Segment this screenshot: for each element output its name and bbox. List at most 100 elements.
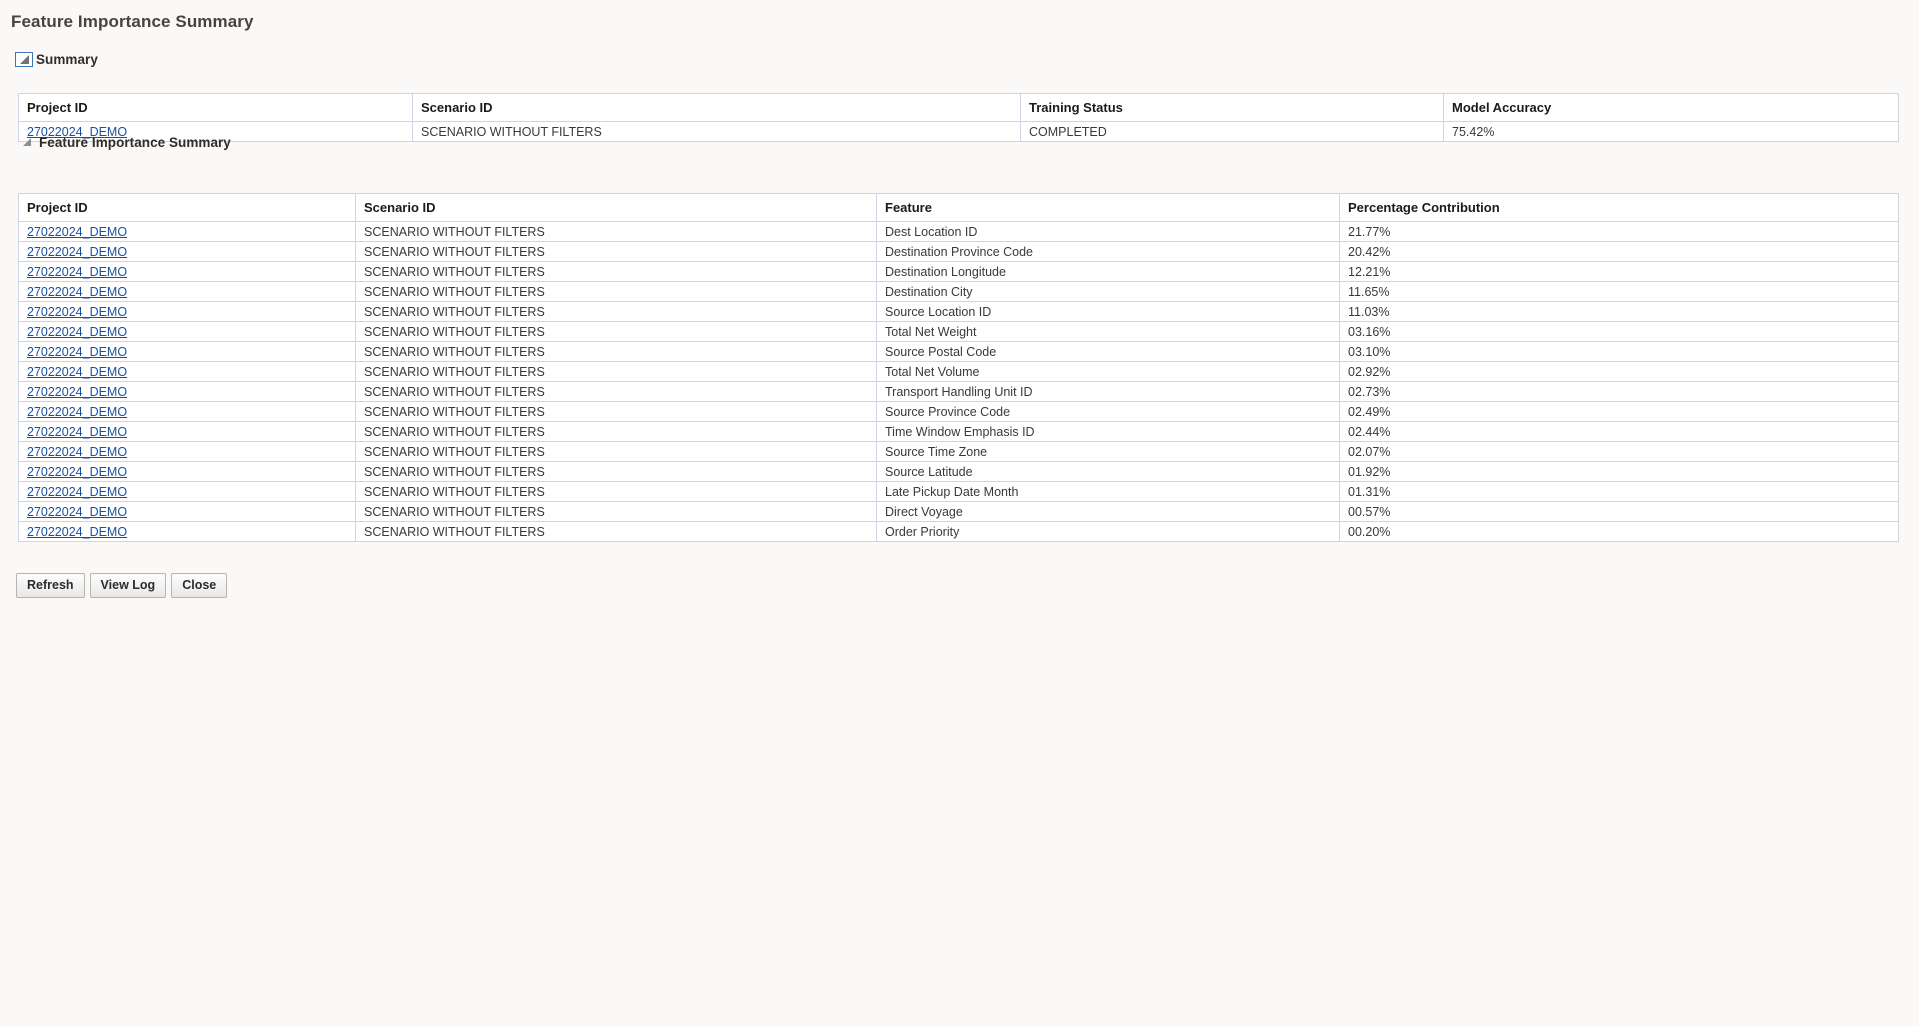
cell-project-id: 27022024_DEMO (18, 341, 356, 362)
cell-percentage-contribution: 02.49% (1339, 401, 1899, 422)
view-log-button[interactable]: View Log (89, 573, 167, 598)
cell-scenario-id: SCENARIO WITHOUT FILTERS (355, 521, 877, 542)
cell-feature: Transport Handling Unit ID (876, 381, 1340, 402)
cell-project-id: 27022024_DEMO (18, 381, 356, 402)
project-id-link[interactable]: 27022024_DEMO (27, 485, 127, 499)
feature-header-row: Project ID Scenario ID Feature Percentag… (18, 193, 1899, 222)
cell-percentage-contribution: 01.92% (1339, 461, 1899, 482)
cell-feature: Dest Location ID (876, 221, 1340, 242)
cell-feature: Source Postal Code (876, 341, 1340, 362)
close-button[interactable]: Close (171, 573, 228, 598)
table-row[interactable]: 27022024_DEMO SCENARIO WITHOUT FILTERS Tra… (18, 381, 1899, 402)
feature-table-head: Project ID Scenario ID Feature Percentag… (18, 193, 1899, 222)
table-row[interactable]: 27022024_DEMO SCENARIO WITHOUT FILTERS Tot… (18, 321, 1899, 342)
cell-project-id: 27022024_DEMO (18, 461, 356, 482)
cell-project-id: 27022024_DEMO (18, 361, 356, 382)
cell-percentage-contribution: 02.44% (1339, 421, 1899, 442)
table-row[interactable]: 27022024_DEMO SCENARIO WITHOUT FILTERS Des… (18, 281, 1899, 302)
project-id-link[interactable]: 27022024_DEMO (27, 445, 127, 459)
cell-percentage-contribution: 03.16% (1339, 321, 1899, 342)
cell-project-id: 27022024_DEMO (18, 221, 356, 242)
cell-feature: Time Window Emphasis ID (876, 421, 1340, 442)
project-id-link[interactable]: 27022024_DEMO (27, 405, 127, 419)
triangle-collapse-icon[interactable] (15, 51, 33, 67)
cell-project-id: 27022024_DEMO (18, 501, 356, 522)
cell-scenario-id: SCENARIO WITHOUT FILTERS (355, 441, 877, 462)
feature-table-body: 27022024_DEMO SCENARIO WITHOUT FILTERS Des… (18, 221, 1899, 542)
section-label-feature-importance: Feature Importance Summary (39, 134, 231, 150)
refresh-button[interactable]: Refresh (16, 573, 85, 598)
project-id-link[interactable]: 27022024_DEMO (27, 245, 127, 259)
col-header-project-id[interactable]: Project ID (18, 193, 356, 222)
cell-percentage-contribution: 11.65% (1339, 281, 1899, 302)
cell-scenario-id: SCENARIO WITHOUT FILTERS (355, 241, 877, 262)
cell-scenario-id: SCENARIO WITHOUT FILTERS (355, 361, 877, 382)
cell-scenario-id: SCENARIO WITHOUT FILTERS (355, 481, 877, 502)
cell-percentage-contribution: 12.21% (1339, 261, 1899, 282)
table-row[interactable]: 27022024_DEMO SCENARIO WITHOUT FILTERS Dir… (18, 501, 1899, 522)
table-row[interactable]: 27022024_DEMO SCENARIO WITHOUT FILTERS Sou… (18, 461, 1899, 482)
col-header-training-status[interactable]: Training Status (1020, 93, 1444, 122)
table-row[interactable]: 27022024_DEMO SCENARIO WITHOUT FILTERS Lat… (18, 481, 1899, 502)
project-id-link[interactable]: 27022024_DEMO (27, 525, 127, 539)
table-row[interactable]: 27022024_DEMO SCENARIO WITHOUT FILTERS Sou… (18, 341, 1899, 362)
cell-percentage-contribution: 03.10% (1339, 341, 1899, 362)
cell-percentage-contribution: 01.31% (1339, 481, 1899, 502)
table-row[interactable]: 27022024_DEMO SCENARIO WITHOUT FILTERS Des… (18, 261, 1899, 282)
cell-scenario-id: SCENARIO WITHOUT FILTERS (355, 301, 877, 322)
project-id-link[interactable]: 27022024_DEMO (27, 225, 127, 239)
table-row[interactable]: 27022024_DEMO SCENARIO WITHOUT FILTERS C… (18, 121, 1899, 142)
cell-percentage-contribution: 21.77% (1339, 221, 1899, 242)
cell-percentage-contribution: 00.57% (1339, 501, 1899, 522)
col-header-model-accuracy[interactable]: Model Accuracy (1443, 93, 1899, 122)
cell-percentage-contribution: 02.07% (1339, 441, 1899, 462)
table-row[interactable]: 27022024_DEMO SCENARIO WITHOUT FILTERS Tim… (18, 421, 1899, 442)
project-id-link[interactable]: 27022024_DEMO (27, 305, 127, 319)
project-id-link[interactable]: 27022024_DEMO (27, 425, 127, 439)
project-id-link[interactable]: 27022024_DEMO (27, 465, 127, 479)
project-id-link[interactable]: 27022024_DEMO (27, 265, 127, 279)
section-header-feature-importance[interactable]: Feature Importance Summary (18, 133, 231, 151)
table-row[interactable]: 27022024_DEMO SCENARIO WITHOUT FILTERS Tot… (18, 361, 1899, 382)
cell-scenario-id: SCENARIO WITHOUT FILTERS (355, 281, 877, 302)
table-row[interactable]: 27022024_DEMO SCENARIO WITHOUT FILTERS Des… (18, 241, 1899, 262)
col-header-scenario-id[interactable]: Scenario ID (412, 93, 1021, 122)
project-id-link[interactable]: 27022024_DEMO (27, 365, 127, 379)
triangle-collapse-icon[interactable] (18, 135, 36, 150)
feature-importance-table: Project ID Scenario ID Feature Percentag… (18, 193, 1899, 542)
project-id-link[interactable]: 27022024_DEMO (27, 505, 127, 519)
table-row[interactable]: 27022024_DEMO SCENARIO WITHOUT FILTERS Ord… (18, 521, 1899, 542)
table-row[interactable]: 27022024_DEMO SCENARIO WITHOUT FILTERS Sou… (18, 301, 1899, 322)
col-header-percentage-contribution[interactable]: Percentage Contribution (1339, 193, 1899, 222)
cell-percentage-contribution: 20.42% (1339, 241, 1899, 262)
project-id-link[interactable]: 27022024_DEMO (27, 285, 127, 299)
col-header-project-id[interactable]: Project ID (18, 93, 413, 122)
button-bar: Refresh View Log Close (16, 573, 228, 598)
summary-table-body: 27022024_DEMO SCENARIO WITHOUT FILTERS C… (18, 121, 1899, 142)
cell-project-id: 27022024_DEMO (18, 441, 356, 462)
cell-feature: Destination Longitude (876, 261, 1340, 282)
cell-model-accuracy: 75.42% (1443, 121, 1899, 142)
page-title: Feature Importance Summary (11, 12, 254, 31)
summary-header-row: Project ID Scenario ID Training Status M… (18, 93, 1899, 122)
cell-percentage-contribution: 11.03% (1339, 301, 1899, 322)
cell-percentage-contribution: 02.73% (1339, 381, 1899, 402)
table-row[interactable]: 27022024_DEMO SCENARIO WITHOUT FILTERS Sou… (18, 441, 1899, 462)
section-label-summary: Summary (36, 51, 98, 67)
project-id-link[interactable]: 27022024_DEMO (27, 325, 127, 339)
cell-feature: Source Time Zone (876, 441, 1340, 462)
cell-project-id: 27022024_DEMO (18, 301, 356, 322)
table-row[interactable]: 27022024_DEMO SCENARIO WITHOUT FILTERS Des… (18, 221, 1899, 242)
section-header-summary[interactable]: Summary (15, 50, 98, 68)
cell-scenario-id: SCENARIO WITHOUT FILTERS (355, 421, 877, 442)
col-header-feature[interactable]: Feature (876, 193, 1340, 222)
col-header-scenario-id[interactable]: Scenario ID (355, 193, 877, 222)
summary-table-head: Project ID Scenario ID Training Status M… (18, 93, 1899, 122)
project-id-link[interactable]: 27022024_DEMO (27, 345, 127, 359)
cell-percentage-contribution: 02.92% (1339, 361, 1899, 382)
project-id-link[interactable]: 27022024_DEMO (27, 385, 127, 399)
table-row[interactable]: 27022024_DEMO SCENARIO WITHOUT FILTERS Sou… (18, 401, 1899, 422)
summary-table: Project ID Scenario ID Training Status M… (18, 93, 1899, 142)
cell-feature: Source Location ID (876, 301, 1340, 322)
cell-project-id: 27022024_DEMO (18, 321, 356, 342)
